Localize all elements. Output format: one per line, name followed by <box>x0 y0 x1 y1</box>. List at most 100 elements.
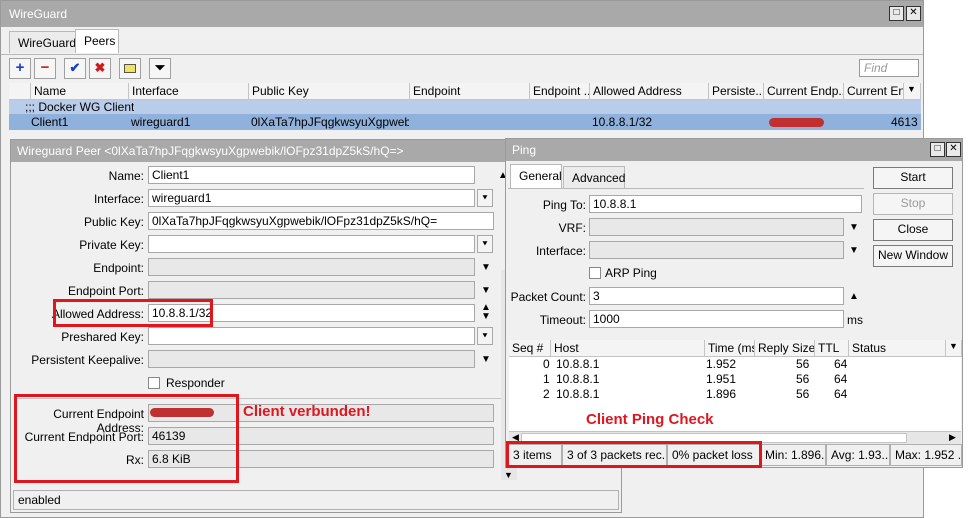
table-row[interactable]: 1 10.8.8.1 1.951 56 64 <box>509 372 961 387</box>
public-key-label: Public Key: <box>83 215 144 229</box>
ping-to-label: Ping To: <box>542 198 586 212</box>
group-row[interactable]: ;;; Docker WG Client <box>9 100 921 114</box>
allowed-address-highlight <box>53 299 213 327</box>
ping-window: Ping □ ✕ General Advanced Ping To: 10.8.… <box>505 138 963 468</box>
arp-ping-checkbox[interactable] <box>589 267 601 279</box>
close-button[interactable]: Close <box>873 219 953 241</box>
ping-check-annotation: Client Ping Check <box>586 411 714 428</box>
scroll-right-icon[interactable]: ▶ <box>949 432 956 443</box>
table-row[interactable]: 0 10.8.8.1 1.952 56 64 <box>509 357 961 372</box>
column-header-endpoint[interactable]: Endpoint <box>410 83 530 100</box>
host-cell: 10.8.8.1 <box>556 372 600 386</box>
endpoint-port-field[interactable] <box>148 281 475 299</box>
interface-select[interactable]: wireguard1 <box>148 189 475 207</box>
column-menu-icon[interactable]: ▼ <box>946 340 962 357</box>
public-key-field[interactable]: 0lXaTa7hpJFqgkwsyuXgpwebik/lOFpz31dpZ5kS… <box>148 212 494 230</box>
row-current-endpoint-port: 4613 <box>891 115 918 129</box>
time-cell: 1.896 <box>706 387 737 401</box>
tab-wireguard[interactable]: WireGuard <box>9 31 76 53</box>
ttl-cell: 64 <box>834 357 848 371</box>
column-header-seq[interactable]: Seq # <box>509 340 551 357</box>
ping-to-field[interactable]: 10.8.8.1 <box>589 195 862 213</box>
name-field[interactable]: Client1 <box>148 166 475 184</box>
time-cell: 1.952 <box>706 357 737 371</box>
comment-icon[interactable] <box>119 58 141 79</box>
ping-result-highlight <box>506 441 762 468</box>
row-name: Client1 <box>31 115 69 129</box>
find-input[interactable]: Find <box>859 59 919 77</box>
keepalive-dropdown-icon[interactable]: ▼ <box>481 354 491 365</box>
scroll-down-icon[interactable]: ▼ <box>504 470 513 480</box>
endpoint-field[interactable] <box>148 258 475 276</box>
preshared-key-field[interactable] <box>148 327 475 345</box>
status-text: enabled <box>18 493 61 507</box>
seq-cell: 1 <box>543 372 550 386</box>
ping-titlebar: Ping <box>506 139 962 161</box>
vrf-label: VRF: <box>558 221 586 235</box>
redacted-endpoint <box>769 118 824 127</box>
column-header-reply-size[interactable]: Reply Size <box>755 340 815 357</box>
packet-count-collapse-icon[interactable]: ▲ <box>849 291 859 302</box>
status-max: Max: 1.952 ... <box>890 444 962 466</box>
group-comment: ;;; Docker WG Client <box>25 100 135 114</box>
column-menu-icon[interactable]: ▼ <box>904 83 921 100</box>
start-button[interactable]: Start <box>873 167 953 189</box>
ping-window-title: Ping <box>512 143 537 157</box>
interface-dropdown-icon[interactable]: ▼ <box>849 245 859 256</box>
vrf-dropdown-icon[interactable]: ▼ <box>849 222 859 233</box>
column-header-interface[interactable]: Interface <box>129 83 249 100</box>
column-header-current-endpoint[interactable]: Current Endp... <box>764 83 844 100</box>
column-header-public-key[interactable]: Public Key <box>249 83 410 100</box>
column-header-allowed-address[interactable]: Allowed Address <box>590 83 709 100</box>
column-header-checkbox[interactable] <box>9 83 31 100</box>
tab-general[interactable]: General <box>510 164 562 188</box>
size-cell: 56 <box>796 357 810 371</box>
close-icon[interactable]: ✕ <box>946 142 961 157</box>
endpoint-dropdown-icon[interactable]: ▼ <box>481 262 491 273</box>
timeout-field[interactable]: 1000 <box>589 310 844 328</box>
wireguard-titlebar: WireGuard <box>1 1 923 27</box>
host-cell: 10.8.8.1 <box>556 387 600 401</box>
time-cell: 1.951 <box>706 372 737 386</box>
column-header-time[interactable]: Time (ms) <box>705 340 755 357</box>
tab-divider <box>508 188 864 189</box>
column-header-host[interactable]: Host <box>551 340 705 357</box>
table-row[interactable]: Client1 wireguard1 0lXaTa7hpJFqgkwsyuXgp… <box>9 114 921 130</box>
maximize-icon[interactable]: □ <box>930 142 945 157</box>
private-key-field[interactable] <box>148 235 475 253</box>
filter-icon[interactable]: ⏷ <box>149 58 171 79</box>
row-public-key: 0lXaTa7hpJFqgkwsyuXgpwebi... <box>251 115 409 129</box>
new-window-button[interactable]: New Window <box>873 245 953 267</box>
size-cell: 56 <box>796 372 810 386</box>
column-header-ttl[interactable]: TTL <box>815 340 849 357</box>
preshared-key-label: Preshared Key: <box>61 330 144 344</box>
packet-count-label: Packet Count: <box>510 290 586 304</box>
host-cell: 10.8.8.1 <box>556 357 600 371</box>
packet-count-field[interactable]: 3 <box>589 287 844 305</box>
maximize-icon[interactable]: □ <box>889 6 904 21</box>
close-icon[interactable]: ✕ <box>906 6 921 21</box>
column-header-status[interactable]: Status <box>849 340 946 357</box>
vrf-select[interactable] <box>589 218 844 236</box>
stop-button[interactable]: Stop <box>873 193 953 215</box>
peer-window-title: Wireguard Peer <0lXaTa7hpJFqgkwsyuXgpweb… <box>17 144 404 158</box>
connection-info-highlight <box>14 394 239 483</box>
persistent-keepalive-label: Persistent Keepalive: <box>31 353 144 367</box>
enable-check-icon[interactable]: ✔ <box>64 58 86 79</box>
disable-cross-icon[interactable]: ✖ <box>89 58 111 79</box>
preshared-key-dropdown-icon[interactable]: ⯆ <box>477 327 493 345</box>
column-header-current-endpoint-port[interactable]: Current Endp <box>844 83 904 100</box>
column-header-name[interactable]: Name <box>31 83 129 100</box>
interface-select[interactable] <box>589 241 844 259</box>
column-header-endpoint-port[interactable]: Endpoint ... <box>530 83 590 100</box>
responder-checkbox[interactable] <box>148 377 160 389</box>
tab-peers[interactable]: Peers <box>75 29 119 53</box>
persistent-keepalive-field[interactable] <box>148 350 475 368</box>
seq-cell: 0 <box>543 357 550 371</box>
add-icon[interactable]: + <box>9 58 31 79</box>
column-header-persistent[interactable]: Persiste... <box>709 83 764 100</box>
responder-label: Responder <box>166 376 225 390</box>
tab-advanced[interactable]: Advanced <box>563 166 625 188</box>
table-row[interactable]: 2 10.8.8.1 1.896 56 64 <box>509 387 961 402</box>
remove-icon[interactable]: − <box>34 58 56 79</box>
